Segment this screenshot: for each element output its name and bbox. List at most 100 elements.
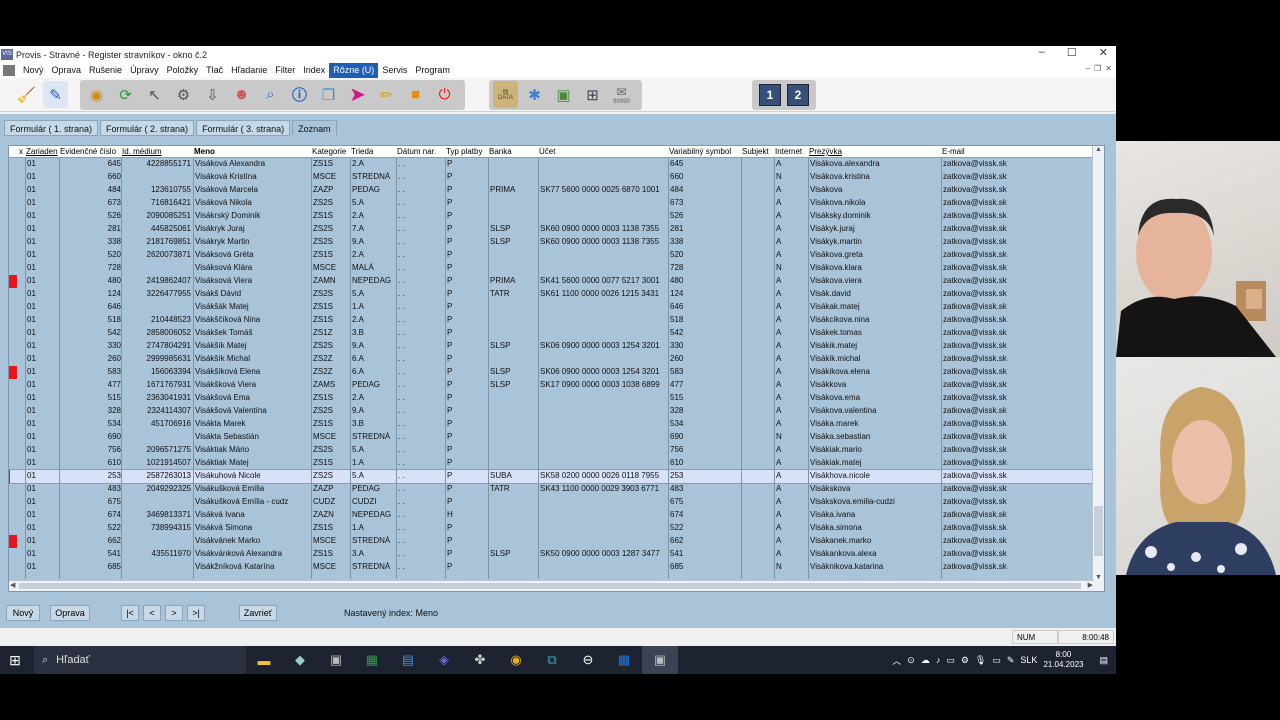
menu-item[interactable]: Tlač — [202, 63, 227, 78]
table-row[interactable]: 01 756 2096571275 Visáktiak Mário ZS2S 5.A . .… — [9, 444, 1104, 457]
table-row[interactable]: 01 542 2858006052 Visákšek Tomáš ZS1Z 3.B . . P… — [9, 327, 1104, 340]
table-row[interactable]: 01 662 Visákvánek Marko MSCE STREDNÁ . . P 662 A… — [9, 535, 1104, 548]
globe-icon[interactable]: ◉ — [84, 81, 109, 108]
column-header[interactable]: Zariaden — [26, 147, 60, 156]
column-header[interactable]: Kategorie — [312, 147, 351, 156]
table-row[interactable]: 01 330 2747804291 Visákšík Matej ZS2S 9.A . . P… — [9, 340, 1104, 353]
column-header[interactable]: Dátum nar. — [397, 147, 446, 156]
app-icon-2[interactable]: ✤ — [462, 646, 498, 674]
column-header[interactable]: Subjekt — [742, 147, 775, 156]
edit-document-icon[interactable]: ✎ — [43, 81, 68, 108]
menu-item[interactable]: Program — [411, 63, 454, 78]
menu-item[interactable]: Index — [299, 63, 329, 78]
column-header[interactable]: x — [19, 147, 26, 156]
power-icon[interactable]: ⏻ — [432, 81, 457, 108]
column-header[interactable]: Internet — [775, 147, 809, 156]
first-record-button[interactable]: |< — [121, 605, 139, 621]
maximize-icon[interactable]: ☐ — [1067, 46, 1077, 59]
broom-icon[interactable]: 🧹 — [14, 81, 39, 108]
table-row[interactable]: 01 610 1021914507 Visáktiak Matej ZS1S 1.A . .… — [9, 457, 1104, 470]
horizontal-scrollbar[interactable]: ◀ ▶ — [9, 580, 1094, 591]
tab[interactable]: Formulár ( 3. strana) — [196, 120, 291, 136]
excel-icon[interactable]: ▦ — [354, 646, 390, 674]
table-row[interactable]: 01 673 716816421 Visáková Nikola ZS2S 5.A . . P… — [9, 197, 1104, 210]
teams-icon[interactable]: ◈ — [426, 646, 462, 674]
table-row[interactable]: 01 515 2363041931 Visákšová Ema ZS1S 2.A . . P 5… — [9, 392, 1104, 405]
tab[interactable]: Formulár ( 2. strana) — [100, 120, 195, 136]
media-icon[interactable]: ⊖ — [570, 646, 606, 674]
hscroll-thumb[interactable] — [19, 583, 1081, 589]
next-record-button[interactable]: > — [165, 605, 183, 621]
table-row[interactable]: 01 281 445825061 Visákryk Juraj ZS2S 7.A . . P S… — [9, 223, 1104, 236]
menu-item[interactable]: Položky — [163, 63, 203, 78]
close-button[interactable]: Zavrieť — [239, 605, 277, 621]
column-header[interactable]: Id. médium — [122, 147, 192, 156]
tray-chevron-icon[interactable]: ︿ — [892, 654, 901, 667]
table-row[interactable]: 01 690 Visákta Sebastián MSCE STREDNÁ . . P 690… — [9, 431, 1104, 444]
table-row[interactable]: 01 583 156063394 Visákšíková Elena ZS2Z 6.A . … — [9, 366, 1104, 379]
menu-item[interactable]: Servis — [378, 63, 411, 78]
tab[interactable]: Formulár ( 1. strana) — [4, 120, 99, 136]
scroll-thumb[interactable] — [1094, 506, 1103, 556]
table-row[interactable]: 01 483 2049292325 Visákušková Emília ZAZP PED… — [9, 483, 1104, 496]
menu-item[interactable]: Nový — [19, 63, 48, 78]
cursor-icon[interactable]: ↖ — [142, 81, 167, 108]
column-header[interactable]: Banka — [489, 147, 539, 156]
copy-icon[interactable]: ❐ — [316, 81, 341, 108]
cloud-icon[interactable]: ☁ — [921, 655, 930, 666]
minimize-icon[interactable]: – — [1039, 46, 1045, 59]
scroll-down-icon[interactable]: ▼ — [1093, 574, 1104, 581]
table-row[interactable]: 01 675 Visákušková Emília - cudz CUDZ CUDZI.… — [9, 496, 1104, 509]
table-row[interactable]: 01 541 435511970 Visákvánková Alexandra ZS1S… — [9, 548, 1104, 561]
table-row[interactable]: 01 124 3226477955 Visákš Dávid ZS2S 5.A . . P TA… — [9, 288, 1104, 301]
table-row[interactable]: 01 660 Visáková Kristína MSCE STREDNÁ . . P 660… — [9, 171, 1104, 184]
mic-icon[interactable]: 🎙 — [975, 655, 986, 666]
export-icon[interactable]: ▣ — [551, 81, 576, 108]
table-row[interactable]: 01 520 2620073871 Visáksová Gréta ZS1S 2.A . .… — [9, 249, 1104, 262]
document-icon[interactable]: ▤ — [390, 646, 426, 674]
table-row[interactable]: 01 534 451706916 Visákta Marek ZS1S 3.B . . P 53… — [9, 418, 1104, 431]
table-row[interactable]: 01 645 4228855171 Visáková Alexandra ZS1S 2.A… — [9, 158, 1104, 171]
table-row[interactable]: 01 646 Visákšák Matej ZS1S 1.A . . P 646 A Visáka… — [9, 301, 1104, 314]
battery-icon[interactable]: ▭ — [992, 655, 1001, 666]
page-1-button[interactable]: 1 — [759, 83, 781, 106]
camera-icon[interactable]: ⊙ — [907, 655, 915, 666]
menu-item[interactable]: Oprava — [48, 63, 86, 78]
network-icon[interactable]: ⊞ — [580, 81, 605, 108]
new-button[interactable]: Nový — [6, 605, 40, 621]
chrome-icon[interactable]: ◉ — [498, 646, 534, 674]
table-row[interactable]: 01 260 2999985631 Visákšík Michal ZS2Z 6.A . .… — [9, 353, 1104, 366]
data-grid[interactable]: x Zariaden Evidenčné číslo Id. médium Meno Ka… — [8, 145, 1105, 592]
settings-icon[interactable]: ✱ — [522, 81, 547, 108]
edit-button[interactable]: Oprava — [50, 605, 90, 621]
table-row[interactable]: 01 526 2090085251 Visákrský Dominik ZS1S 2.A.… — [9, 210, 1104, 223]
mdi-minimize-icon[interactable]: – — [1086, 64, 1090, 73]
column-header[interactable]: Prezývka — [809, 147, 942, 156]
vis-app-icon[interactable]: ▣ — [318, 646, 354, 674]
column-header[interactable]: Účet — [539, 147, 669, 156]
taskbar-search[interactable]: ⌕ Hľadať — [34, 646, 246, 674]
column-header[interactable]: Meno — [194, 147, 310, 156]
mdi-restore-icon[interactable]: ❐ — [1094, 64, 1101, 73]
column-header[interactable]: E-mail — [942, 147, 1082, 156]
download-icon[interactable]: ⇩ — [200, 81, 225, 108]
table-row[interactable]: 01 484 123610755 Visáková Marcela ZAZP PEDAG.… — [9, 184, 1104, 197]
settings-tray-icon[interactable]: ⚙ — [961, 655, 969, 666]
display-icon[interactable]: ▭ — [946, 655, 955, 666]
language-indicator[interactable]: SLK — [1020, 655, 1037, 665]
mdi-close-icon[interactable]: ✕ — [1105, 64, 1112, 73]
column-header[interactable]: Typ platby — [446, 147, 489, 156]
pencil-icon[interactable]: ✏ — [374, 81, 399, 108]
menu-item[interactable]: Rôzne (U) — [329, 63, 379, 78]
refresh-icon[interactable]: ⟳ — [113, 81, 138, 108]
scroll-up-icon[interactable]: ▲ — [1093, 146, 1104, 153]
menu-item[interactable]: Rušenie — [85, 63, 126, 78]
scroll-right-icon[interactable]: ▶ — [1088, 581, 1093, 589]
column-header[interactable]: Trieda — [351, 147, 397, 156]
table-row[interactable]: 01 728 Visáksová Klára MSCE MALÁ . . P 728 N Visá… — [9, 262, 1104, 275]
table-row[interactable]: 01 480 2419862407 Visáksová Viera ZAMN NEPEDA… — [9, 275, 1104, 288]
scroll-left-icon[interactable]: ◀ — [10, 581, 15, 589]
prev-record-button[interactable]: < — [143, 605, 161, 621]
table-row[interactable]: 01 338 2181769851 Visákryk Martin ZS2S 9.A . .… — [9, 236, 1104, 249]
info-icon[interactable]: ⓘ — [287, 81, 312, 108]
